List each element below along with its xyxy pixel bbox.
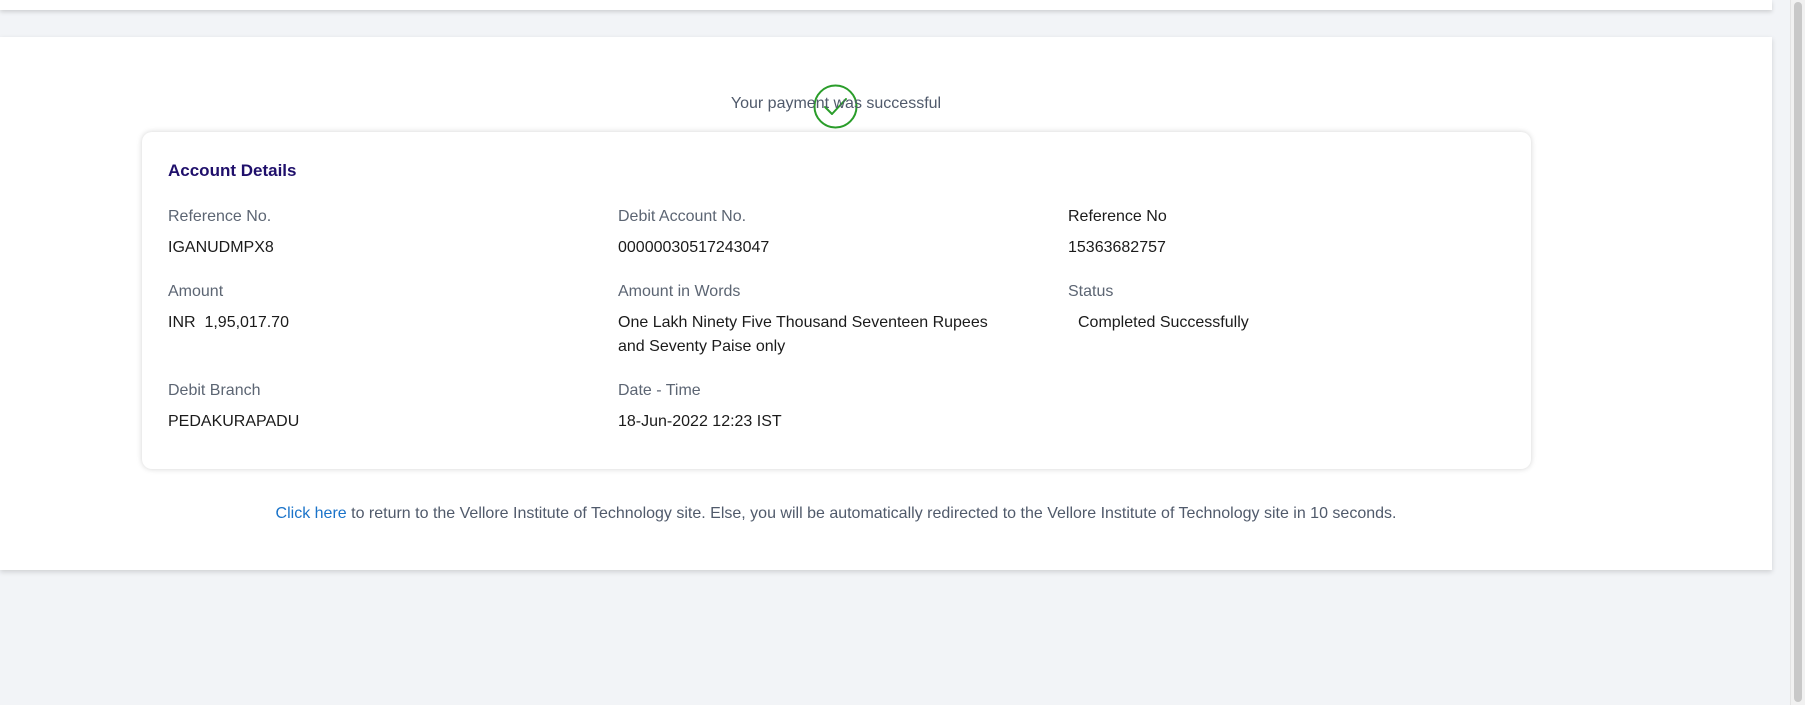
reference-no-field: Reference No. IGANUDMPX8: [168, 207, 598, 260]
top-header-bar: [0, 0, 1772, 10]
field-value: 18-Jun-2022 12:23 IST: [618, 413, 782, 430]
field-value: 00000030517243047: [618, 239, 770, 256]
field-label: Amount in Words: [618, 283, 741, 300]
debit-branch-field: Debit Branch PEDAKURAPADU: [168, 381, 598, 434]
field-value: 15363682757: [1068, 239, 1166, 256]
field-label: Amount: [168, 283, 224, 300]
field-label: Debit Branch: [168, 382, 261, 399]
scrollbar-thumb[interactable]: [1794, 2, 1802, 702]
field-label: Reference No: [1068, 208, 1167, 225]
field-label: Debit Account No.: [618, 208, 747, 225]
status-value: Completed Successfully: [1078, 314, 1249, 331]
field-label: Status: [1068, 283, 1114, 300]
amount-in-words-field: Amount in Words One Lakh Ninety Five Tho…: [618, 282, 988, 359]
debit-account-field: Debit Account No. 00000030517243047: [618, 207, 1048, 260]
click-here-link[interactable]: Click here: [276, 505, 347, 522]
success-message: Your payment was successful: [730, 95, 942, 112]
amount-field: Amount INR 1,95,017.70: [168, 282, 598, 335]
status-field: Status Completed Successfully: [1068, 282, 1498, 335]
redirect-text: to return to the Vellore Institute of Te…: [346, 505, 1397, 522]
field-value: INR 1,95,017.70: [168, 314, 289, 331]
field-value: IGANUDMPX8: [168, 239, 274, 256]
field-value: One Lakh Ninety Five Thousand Seventeen …: [618, 314, 988, 355]
card-title: Account Details: [168, 161, 297, 180]
date-time-field: Date - Time 18-Jun-2022 12:23 IST: [618, 381, 1048, 434]
field-value: PEDAKURAPADU: [168, 413, 300, 430]
field-label: Reference No.: [168, 208, 272, 225]
field-label: Date - Time: [618, 382, 701, 399]
redirect-message: Click here to return to the Vellore Inst…: [0, 505, 1672, 523]
vertical-scrollbar[interactable]: [1790, 0, 1805, 705]
account-details-card: Account Details Reference No. IGANUDMPX8…: [142, 132, 1531, 469]
payment-result-panel: Your payment was successful Account Deta…: [0, 37, 1772, 570]
bank-reference-no-field: Reference No 15363682757: [1068, 207, 1498, 260]
